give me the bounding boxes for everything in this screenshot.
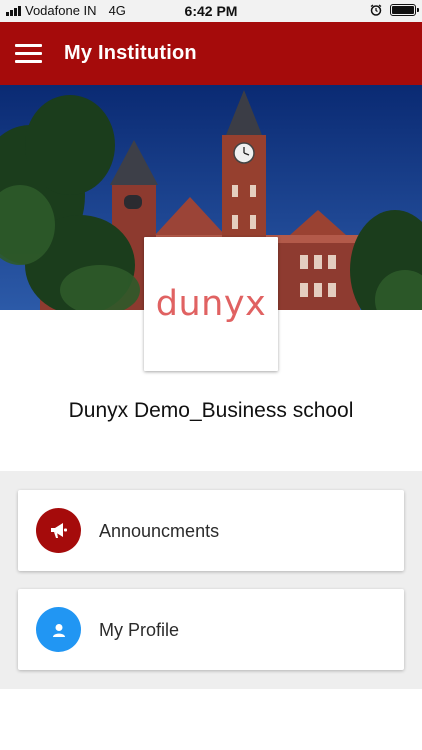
status-time: 6:42 PM: [184, 3, 238, 19]
announcements-label: Announcments: [99, 521, 220, 541]
battery-icon: [390, 4, 419, 16]
hamburger-menu-icon[interactable]: [15, 44, 42, 63]
alarm-icon: [370, 4, 382, 16]
announcements-card[interactable]: Announcments: [18, 490, 404, 571]
app-bar: My Institution: [0, 22, 422, 85]
logo-text: dunyx: [155, 284, 267, 324]
institution-name: Dunyx Demo_Business school: [68, 399, 354, 422]
status-right: [370, 4, 419, 16]
my-profile-card[interactable]: My Profile: [18, 589, 404, 670]
my-profile-label: My Profile: [99, 620, 180, 640]
page-title: My Institution: [64, 42, 197, 64]
person-icon: [36, 607, 81, 652]
battery-level: [392, 6, 414, 14]
institution-logo: dunyx: [144, 237, 278, 371]
megaphone-icon: [36, 508, 81, 553]
status-bar: Vodafone IN 4G 6:42 PM: [0, 0, 422, 22]
